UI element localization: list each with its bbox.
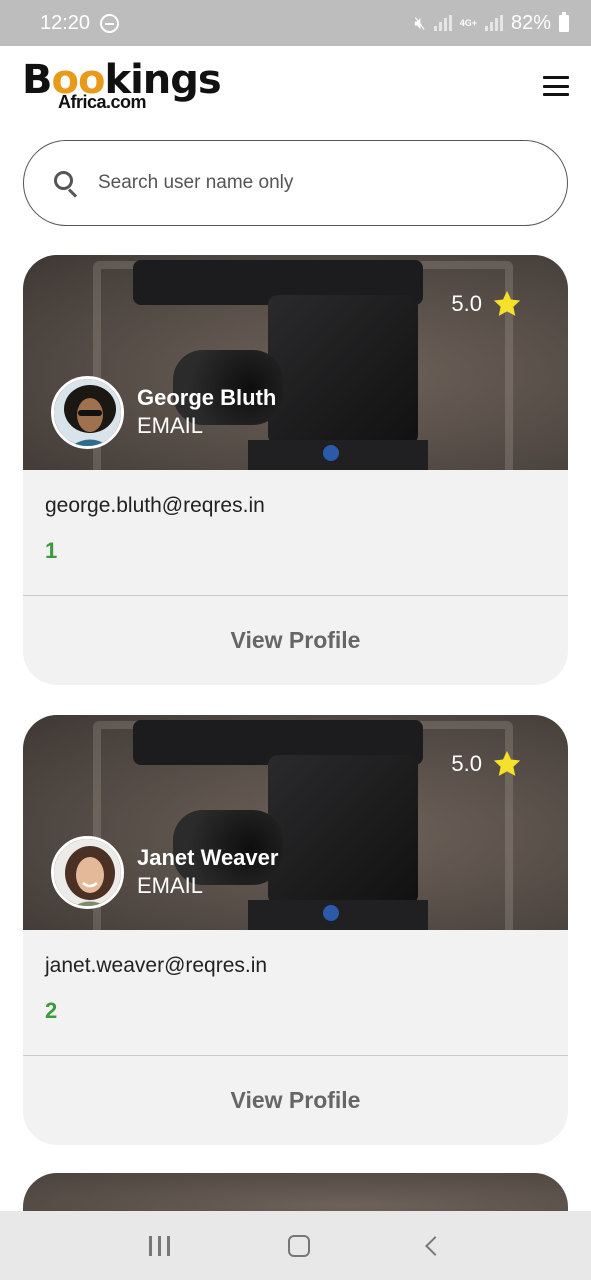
user-name: Janet Weaver [137, 845, 279, 870]
do-not-disturb-icon [100, 13, 120, 33]
hamburger-menu-icon[interactable] [543, 76, 569, 96]
home-icon[interactable] [288, 1234, 310, 1257]
logo-subtitle: Africa.com [58, 92, 147, 112]
bookings-africa-logo[interactable]: Bookings Africa.com [22, 60, 222, 114]
status-indicators: 🔇︎ 4G+ 82% [414, 11, 569, 35]
signal-icon [433, 15, 452, 31]
user-id: 1 [45, 538, 58, 563]
status-time-group: 12:20 [40, 11, 120, 35]
user-email: george.bluth@reqres.in [45, 494, 265, 517]
system-nav-bar [0, 1211, 591, 1280]
battery-level: 82% [510, 11, 551, 34]
user-email: janet.weaver@reqres.in [45, 954, 268, 977]
card-hero-image: 5.0 Janet Weaver EMAIL [23, 715, 568, 930]
mute-icon: 🔇︎ [414, 12, 426, 33]
card-info: janet.weaver@reqres.in 2 [23, 930, 568, 1056]
card-hero-image: 5.0 George Bluth EMAIL [23, 255, 568, 470]
app-header: Bookings Africa.com [0, 46, 591, 126]
status-bar: 12:20 🔇︎ 4G+ 82% [0, 0, 591, 46]
signal-icon-2 [484, 15, 503, 31]
view-profile-button[interactable]: View Profile [23, 596, 568, 685]
user-name: George Bluth [137, 385, 277, 410]
email-label: EMAIL [137, 873, 204, 898]
user-card: 5.0 Janet Weaver EMAIL janet.weaver@reqr… [23, 715, 568, 1145]
rating: 5.0 [451, 749, 522, 779]
search-bar[interactable] [23, 140, 568, 226]
rating: 5.0 [451, 289, 522, 319]
back-icon[interactable] [425, 1235, 445, 1256]
star-icon [493, 750, 521, 776]
rating-value: 5.0 [451, 291, 482, 316]
network-type: 4G+ [459, 17, 477, 28]
clock: 12:20 [40, 11, 91, 34]
search-input[interactable] [98, 172, 518, 194]
rating-value: 5.0 [451, 751, 482, 776]
user-card: 5.0 George Bluth EMAIL george.bluth@reqr… [23, 255, 568, 685]
battery-icon [559, 11, 569, 32]
user-id: 2 [45, 998, 58, 1023]
view-profile-button[interactable]: View Profile [23, 1056, 568, 1145]
recent-apps-icon[interactable] [149, 1235, 170, 1256]
avatar[interactable] [51, 376, 124, 449]
email-label: EMAIL [137, 413, 204, 438]
card-info: george.bluth@reqres.in 1 [23, 470, 568, 596]
search-icon [52, 169, 80, 198]
avatar[interactable] [51, 836, 124, 909]
star-icon [493, 290, 521, 316]
